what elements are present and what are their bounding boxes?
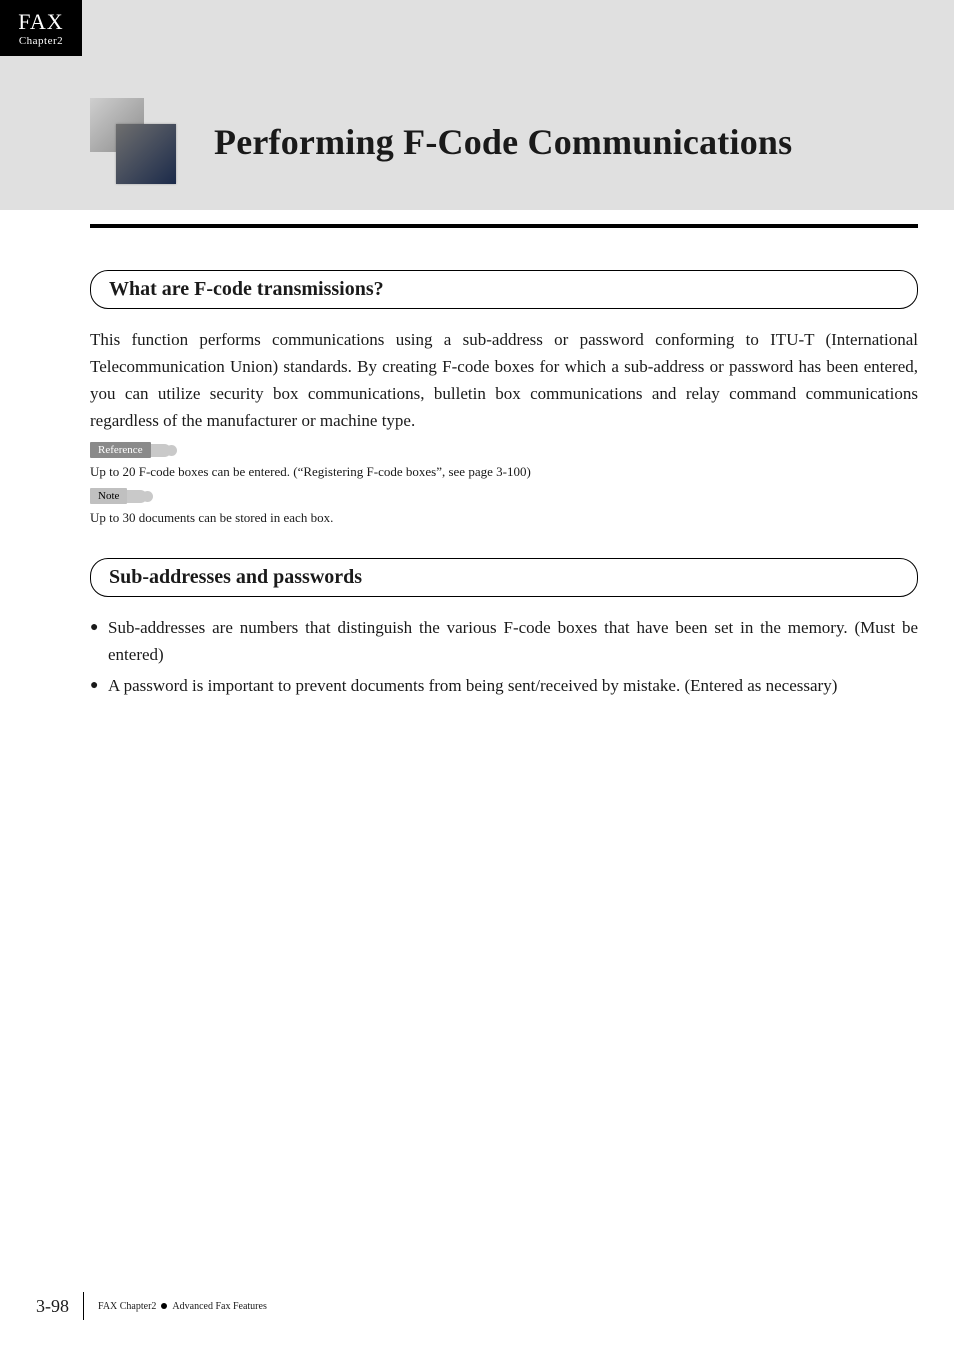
section-header: Performing F-Code Communications	[0, 68, 954, 210]
page-number: 3-98	[36, 1296, 69, 1317]
list-item: ● A password is important to prevent doc…	[90, 673, 918, 700]
section-header-icon	[90, 98, 178, 186]
icon-layer-front	[116, 124, 176, 184]
footer-separator	[83, 1292, 84, 1320]
reference-tag-row: Reference	[90, 442, 177, 458]
body-paragraph-intro: This function performs communications us…	[90, 327, 918, 434]
footer-dot-icon	[161, 1303, 167, 1309]
chapter-tab: FAX Chapter2	[0, 0, 82, 56]
bullet-icon: ●	[90, 673, 108, 700]
footer-breadcrumb-right: Advanced Fax Features	[172, 1301, 266, 1312]
list-item: ● Sub-addresses are numbers that disting…	[90, 615, 918, 669]
chapter-tab-line2: Chapter2	[19, 35, 63, 47]
page-title: Performing F-Code Communications	[214, 121, 792, 163]
bullet-text-2: A password is important to prevent docum…	[108, 673, 918, 700]
tag-tail-icon	[151, 443, 177, 458]
page-footer: 3-98 FAX Chapter2 Advanced Fax Features	[36, 1292, 267, 1320]
subheading-what-are-fcode: What are F-code transmissions?	[90, 270, 918, 309]
subheading-sub-addresses: Sub-addresses and passwords	[90, 558, 918, 597]
top-band: FAX Chapter2	[0, 0, 954, 68]
footer-breadcrumb: FAX Chapter2 Advanced Fax Features	[98, 1301, 267, 1312]
page-content: What are F-code transmissions? This func…	[0, 224, 954, 700]
note-tag: Note	[90, 488, 127, 504]
note-text: Up to 30 documents can be stored in each…	[90, 510, 918, 526]
heading-rule	[90, 224, 918, 228]
reference-tag: Reference	[90, 442, 151, 458]
bullet-text-1: Sub-addresses are numbers that distingui…	[108, 615, 918, 669]
footer-breadcrumb-left: FAX Chapter2	[98, 1301, 156, 1312]
bullet-icon: ●	[90, 615, 108, 669]
tag-tail-icon	[127, 489, 153, 504]
bullet-list: ● Sub-addresses are numbers that disting…	[90, 615, 918, 700]
reference-text: Up to 20 F-code boxes can be entered. (“…	[90, 464, 918, 480]
chapter-tab-line1: FAX	[18, 9, 63, 35]
note-tag-row: Note	[90, 488, 153, 504]
